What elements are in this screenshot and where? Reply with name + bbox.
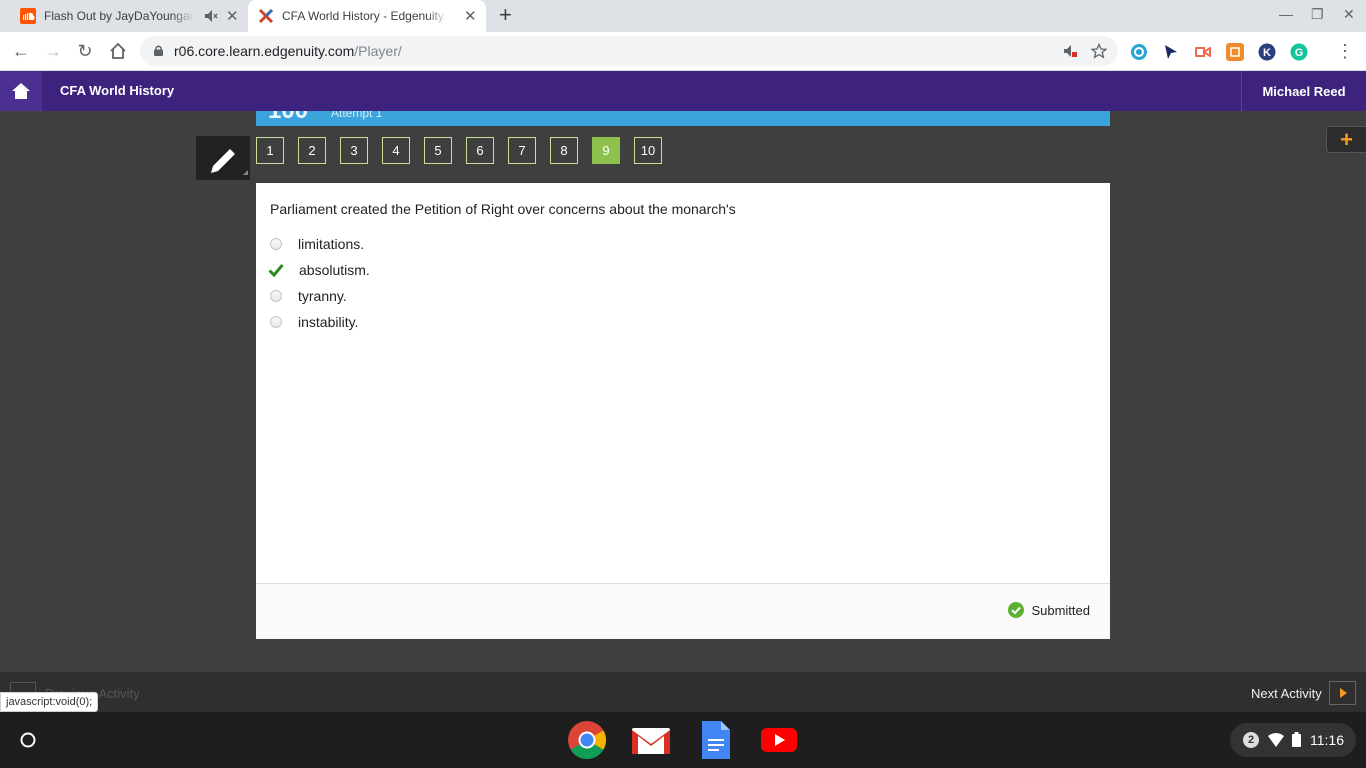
question-panel: Parliament created the Petition of Right…: [256, 183, 1110, 639]
wifi-icon: [1268, 733, 1284, 747]
extension-grammarly-icon[interactable]: G: [1290, 43, 1308, 61]
answer-option[interactable]: tyranny.: [270, 287, 347, 305]
extension-k-icon[interactable]: K: [1258, 43, 1276, 61]
score-value: 100: [268, 111, 308, 125]
check-circle-icon: [1008, 602, 1025, 618]
question-nav-item[interactable]: 5: [424, 137, 452, 164]
new-tab-button[interactable]: +: [499, 4, 512, 26]
minimize-icon[interactable]: —: [1279, 6, 1293, 22]
question-nav-item[interactable]: 2: [298, 137, 326, 164]
forward-icon[interactable]: →: [42, 40, 64, 62]
attempt-label: Attempt 1: [331, 111, 383, 120]
app-header: CFA World History Michael Reed: [0, 71, 1366, 111]
close-tab-icon[interactable]: ✕: [226, 7, 239, 25]
question-nav-item[interactable]: 1: [256, 137, 284, 164]
tab-soundcloud[interactable]: Flash Out by JayDaYoungan ✕: [12, 0, 248, 32]
system-tray[interactable]: 2 11:16: [1230, 723, 1356, 757]
answer-option[interactable]: instability.: [270, 313, 358, 331]
lock-icon[interactable]: [154, 45, 163, 56]
address-bar[interactable]: r06.core.learn.edgenuity.com/Player/: [140, 36, 1118, 66]
question-nav-item[interactable]: 4: [382, 137, 410, 164]
url-host: r06.core.learn.edgenuity.com: [174, 43, 355, 59]
svg-text:G: G: [1295, 47, 1304, 59]
bookmark-star-icon[interactable]: [1091, 43, 1107, 59]
submission-status: Submitted: [1008, 602, 1090, 618]
extension-screencast-icon[interactable]: [1194, 43, 1212, 61]
svg-text:K: K: [1263, 47, 1271, 59]
battery-icon: [1292, 732, 1301, 747]
question-text: Parliament created the Petition of Right…: [270, 201, 736, 217]
status-text: Submitted: [1031, 602, 1090, 618]
browser-tab-strip: Flash Out by JayDaYoungan ✕ CFA World Hi…: [0, 0, 1366, 32]
gmail-icon[interactable]: [631, 720, 671, 760]
docs-icon[interactable]: [695, 720, 735, 760]
radio-button[interactable]: [270, 238, 282, 250]
chrome-menu-icon[interactable]: ⋮: [1334, 40, 1356, 62]
pencil-tool-button[interactable]: [196, 136, 250, 180]
youtube-icon[interactable]: [759, 720, 799, 760]
reload-icon[interactable]: ↻: [74, 40, 96, 62]
checkmark-icon: [268, 264, 284, 278]
notification-count[interactable]: 2: [1243, 732, 1259, 748]
clock-time: 11:16: [1310, 732, 1344, 748]
question-nav-item[interactable]: 8: [550, 137, 578, 164]
score-banner: 100 Attempt 1: [256, 111, 1110, 126]
close-window-icon[interactable]: ✕: [1343, 6, 1355, 23]
question-nav-item[interactable]: 10: [634, 137, 662, 164]
chrome-icon[interactable]: [567, 720, 607, 760]
close-tab-icon[interactable]: ✕: [464, 7, 477, 25]
play-right-icon: [1339, 688, 1347, 698]
app-home-button[interactable]: [0, 71, 42, 111]
course-title: CFA World History: [60, 83, 175, 98]
answer-label: limitations.: [298, 236, 365, 252]
question-nav-item[interactable]: 3: [340, 137, 368, 164]
site-permission-icon[interactable]: [1062, 43, 1078, 59]
question-nav-item[interactable]: 6: [466, 137, 494, 164]
next-activity-button[interactable]: [1329, 681, 1356, 705]
soundcloud-icon: [20, 8, 36, 24]
pencil-icon: [211, 149, 248, 175]
user-name: Michael Reed: [1262, 83, 1346, 99]
extension-cursor-icon[interactable]: [1162, 43, 1180, 61]
launcher-icon: [20, 732, 36, 748]
user-menu[interactable]: Michael Reed: [1241, 71, 1366, 111]
extension-vpn-icon[interactable]: [1130, 43, 1148, 61]
extension-puzzle-icon[interactable]: [1226, 43, 1244, 61]
home-icon[interactable]: [107, 40, 129, 62]
home-icon: [12, 83, 30, 99]
restore-icon[interactable]: ❐: [1311, 6, 1324, 23]
url-path: /Player/: [354, 43, 402, 59]
url-text[interactable]: r06.core.learn.edgenuity.com/Player/: [174, 43, 402, 59]
activity-bar: Previous Activity Next Activity: [0, 672, 1366, 712]
back-icon[interactable]: ←: [10, 40, 32, 62]
expand-tools-button[interactable]: +: [1326, 126, 1366, 153]
tab-title: Flash Out by JayDaYoungan: [44, 9, 194, 23]
radio-button[interactable]: [270, 316, 282, 328]
radio-button[interactable]: [270, 290, 282, 302]
os-shelf: 2 11:16: [0, 712, 1366, 768]
launcher-button[interactable]: [16, 728, 40, 752]
question-footer: Submitted: [256, 583, 1110, 639]
question-nav-item[interactable]: 7: [508, 137, 536, 164]
next-activity-label[interactable]: Next Activity: [1251, 686, 1322, 701]
answer-option[interactable]: limitations.: [270, 235, 364, 253]
answer-label: instability.: [298, 314, 359, 330]
tab-edgenuity[interactable]: CFA World History - Edgenuity.com ✕: [248, 0, 486, 32]
tab-title: CFA World History - Edgenuity.com: [282, 9, 447, 23]
answer-option-selected[interactable]: absolutism.: [268, 261, 370, 279]
link-status-tooltip: javascript:void(0);: [0, 692, 99, 712]
edgenuity-icon: [258, 8, 274, 24]
mute-tab-icon[interactable]: [204, 8, 218, 24]
answer-label: tyranny.: [298, 288, 347, 304]
answer-label: absolutism.: [299, 262, 370, 278]
plus-icon: +: [1340, 126, 1353, 152]
question-nav-item-active[interactable]: 9: [592, 137, 620, 164]
